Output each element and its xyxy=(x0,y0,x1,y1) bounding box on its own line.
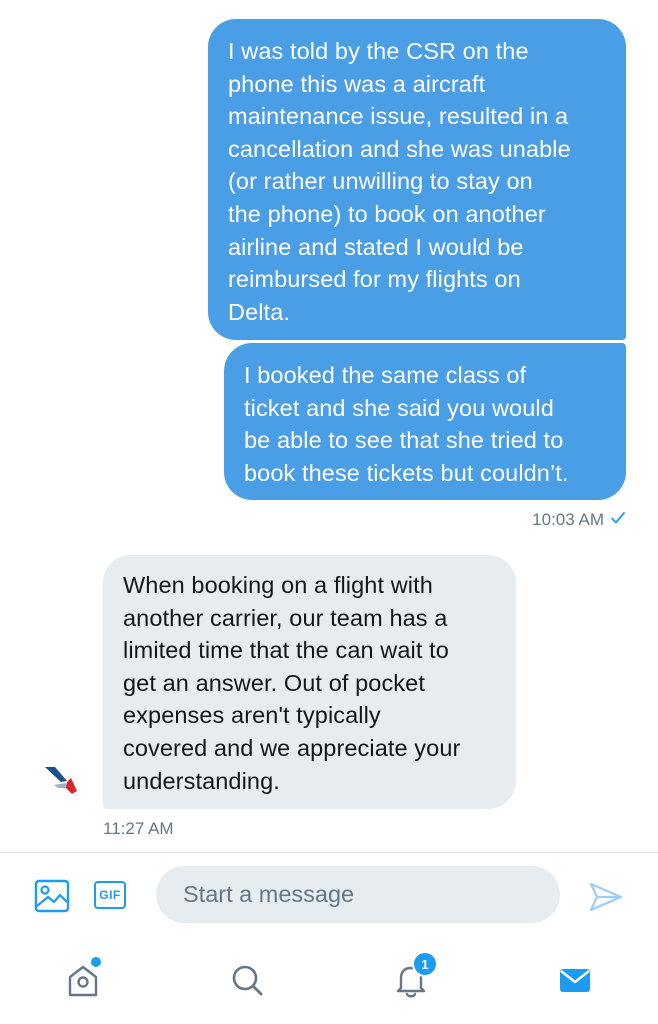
add-photo-button[interactable] xyxy=(32,876,72,916)
envelope-icon xyxy=(560,969,590,992)
add-gif-button[interactable]: GIF xyxy=(92,879,128,911)
incoming-message[interactable]: When booking on a flight with another ca… xyxy=(103,555,516,809)
outgoing-message[interactable]: I booked the same class of ticket and sh… xyxy=(224,343,626,500)
incoming-timestamp: 11:27 AM xyxy=(103,819,174,838)
tab-home[interactable] xyxy=(56,953,110,1007)
tab-notifications[interactable]: 1 xyxy=(384,951,438,1007)
gif-icon: GIF xyxy=(94,881,126,909)
gif-label: GIF xyxy=(99,888,121,902)
notifications-badge: 1 xyxy=(412,951,438,977)
outgoing-timestamp: 10:03 AM xyxy=(532,510,626,530)
check-icon xyxy=(610,510,626,530)
send-button[interactable] xyxy=(586,877,626,917)
search-icon xyxy=(232,965,263,996)
bottom-tab-bar: 1 xyxy=(0,936,658,1024)
avatar[interactable] xyxy=(40,758,84,802)
conversation-thread: I was told by the CSR on the phone this … xyxy=(0,0,658,852)
timestamp-text: 10:03 AM xyxy=(532,510,604,529)
message-composer: GIF xyxy=(0,852,658,937)
tab-search[interactable] xyxy=(220,953,274,1007)
message-input[interactable] xyxy=(156,866,560,923)
unread-dot xyxy=(89,955,103,969)
image-icon xyxy=(34,879,70,913)
outgoing-message[interactable]: I was told by the CSR on the phone this … xyxy=(208,19,626,340)
tab-messages[interactable] xyxy=(548,953,602,1007)
american-airlines-logo-icon xyxy=(45,767,77,794)
send-icon xyxy=(589,882,623,912)
